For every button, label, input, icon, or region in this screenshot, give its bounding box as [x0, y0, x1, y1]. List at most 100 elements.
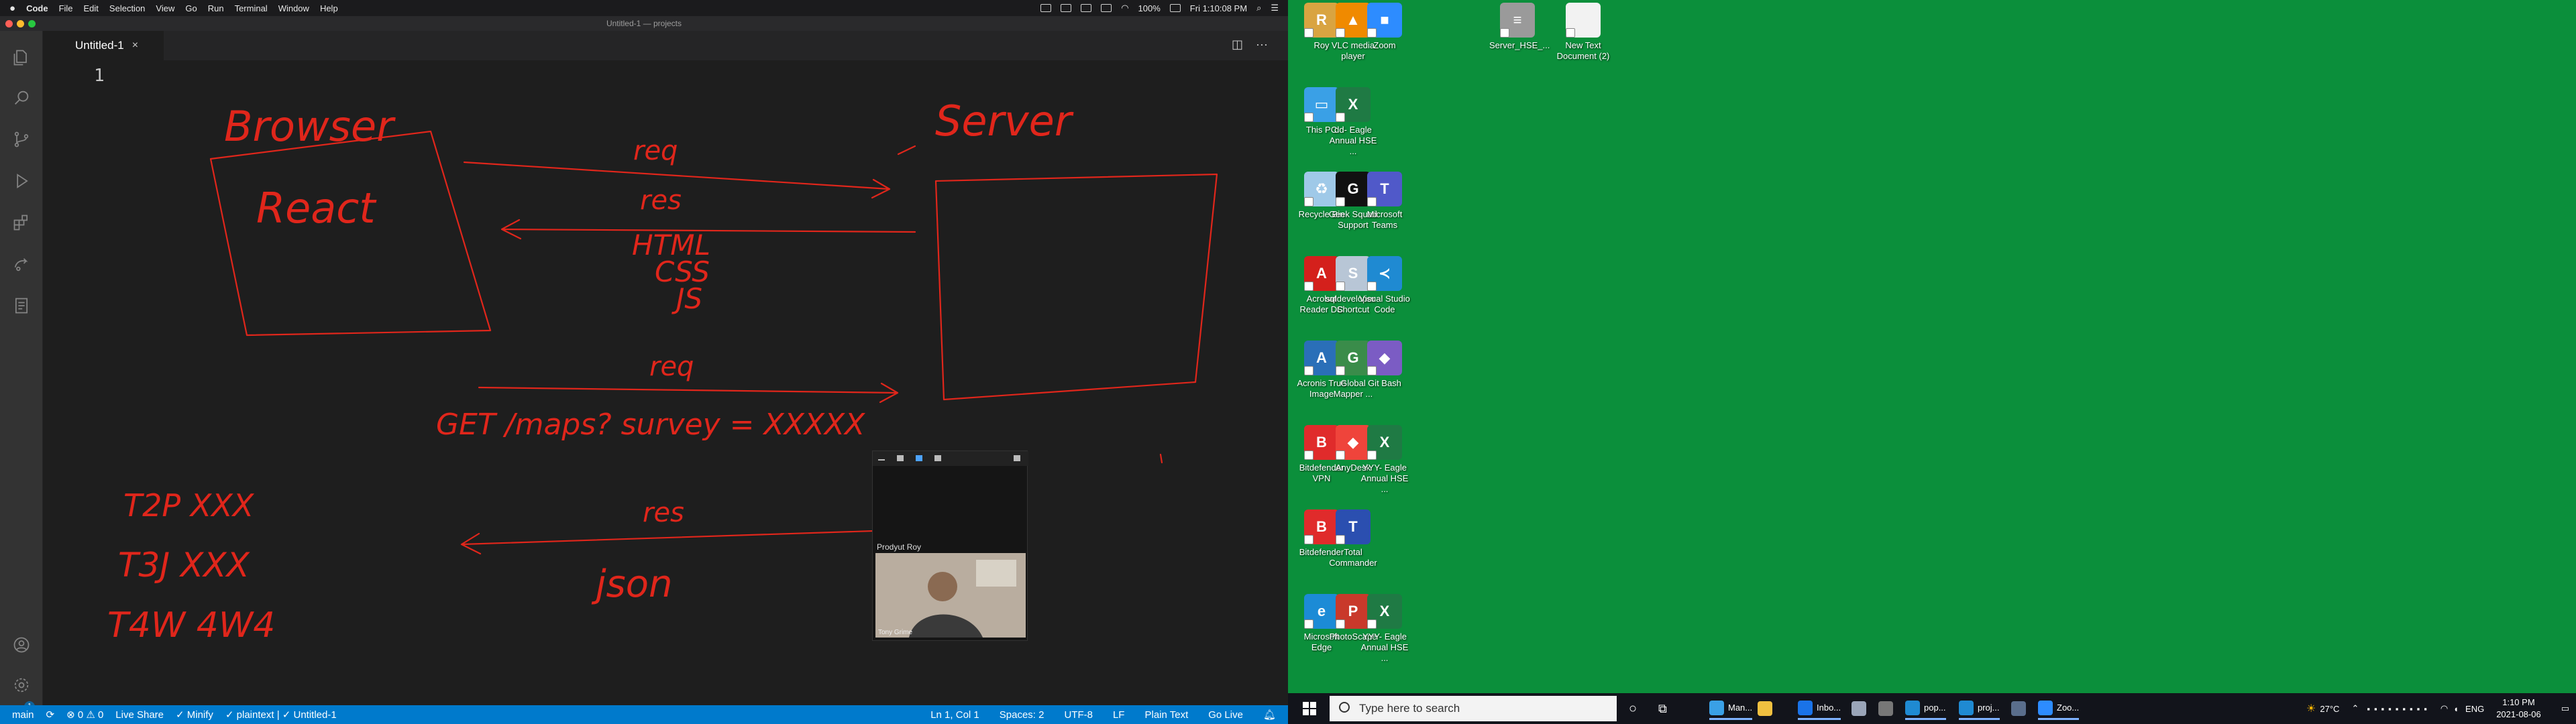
network-icon[interactable]: ◠	[2440, 703, 2448, 714]
req-arrow-bottom-stroke	[478, 382, 899, 404]
server-dash-stroke	[897, 145, 916, 156]
encoding[interactable]: UTF-8	[1064, 709, 1093, 721]
desktop-icon[interactable]: ≺ Visual Studio Code	[1356, 256, 1413, 315]
label-t2p: T2P XXX	[123, 487, 255, 524]
expand-icon[interactable]	[1014, 455, 1020, 461]
menu-window[interactable]: Window	[278, 3, 309, 13]
battery-icon	[1169, 4, 1181, 12]
problems-indicator[interactable]: ⊗ 0 ⚠ 0	[66, 709, 103, 721]
tray-icon-1[interactable]	[1040, 4, 1052, 12]
taskbar-app-label: pop...	[1924, 703, 1946, 713]
go-live-button[interactable]: Go Live	[1208, 709, 1243, 721]
tray-icon-4[interactable]	[1101, 4, 1112, 12]
task-view-icon[interactable]: ⧉	[1658, 697, 1667, 720]
zoom-window-toolbar	[873, 451, 1028, 466]
app-menu-code[interactable]: Code	[26, 3, 48, 13]
desktop-icon-label: New Text Document (2)	[1556, 40, 1610, 61]
branch-indicator[interactable]: main	[12, 709, 34, 721]
desktop-icon[interactable]: ■ Zoom	[1356, 3, 1413, 51]
cursor-position[interactable]: Ln 1, Col 1	[930, 709, 979, 721]
explorer-icon[interactable]	[11, 47, 32, 68]
source-control-icon[interactable]	[11, 129, 32, 150]
language-mode[interactable]: Plain Text	[1144, 709, 1188, 721]
editor-area[interactable]: 1 Browser Server React req res HTML CSS …	[43, 60, 1288, 705]
weather-icon[interactable]: ☀	[2306, 702, 2316, 715]
menu-go[interactable]: Go	[185, 3, 197, 13]
menu-terminal[interactable]: Terminal	[235, 3, 268, 13]
account-icon[interactable]	[11, 634, 32, 656]
desktop-icon[interactable]: ≡ Server_HSE_...	[1489, 3, 1550, 51]
wifi-icon[interactable]: ◠	[1121, 3, 1128, 13]
tray-icon-2[interactable]	[1061, 4, 1072, 12]
notifications-bell-icon[interactable]: 🔔︎	[1263, 709, 1276, 721]
taskbar-app-icon	[1878, 701, 1893, 716]
close-window-button[interactable]	[5, 20, 13, 27]
taskbar-app[interactable]: Zoo...	[2038, 697, 2080, 720]
tray-chevron-icon[interactable]: ⌃	[2351, 703, 2359, 714]
control-center-icon[interactable]: ☰	[1271, 3, 1279, 13]
taskbar-app[interactable]	[2011, 697, 2030, 720]
tray-app-icons[interactable]: ▪▪▪▪▪▪▪▪▪	[2367, 704, 2430, 714]
desktop-icon[interactable]: X YYY- Eagle Annual HSE ...	[1356, 425, 1413, 495]
desktop-icon[interactable]: New Text Document (2)	[1555, 3, 1611, 62]
minimize-window-button[interactable]	[17, 20, 24, 27]
tab-untitled-1[interactable]: Untitled-1 ×	[43, 31, 164, 60]
minimize-icon[interactable]	[878, 459, 885, 461]
notifications-icon[interactable]: ▭	[2561, 703, 2569, 714]
end-of-line[interactable]: LF	[1113, 709, 1125, 721]
extensions-icon[interactable]	[11, 212, 32, 233]
taskbar-app[interactable]: Man...	[1709, 697, 1753, 720]
desktop-icon[interactable]: T Microsoft Teams	[1356, 172, 1413, 231]
more-actions-icon[interactable]: ···	[1256, 38, 1268, 52]
sync-icon[interactable]: ⟳	[46, 709, 55, 721]
plaintext-indicator[interactable]: ✓ plaintext | ✓ Untitled-1	[225, 709, 337, 721]
res-arrow-bottom-stroke	[460, 528, 916, 555]
tray-icon-3[interactable]	[1081, 4, 1092, 12]
menu-view[interactable]: View	[156, 3, 174, 13]
menubar-clock[interactable]: Fri 1:10:08 PM	[1190, 3, 1247, 13]
taskbar-app[interactable]: pop...	[1905, 697, 1946, 720]
taskbar-app[interactable]	[1851, 697, 1870, 720]
menu-run[interactable]: Run	[208, 3, 224, 13]
indentation[interactable]: Spaces: 2	[1000, 709, 1044, 721]
taskbar-app[interactable]	[1758, 697, 1776, 720]
zoom-video-window[interactable]: Prodyut Roy Tony Grime	[872, 450, 1028, 641]
gallery-view-icon[interactable]	[934, 455, 941, 461]
desktop-icon[interactable]: X YYY- Eagle Annual HSE ...	[1356, 594, 1413, 664]
label-req-bottom: req	[649, 351, 694, 382]
menu-file[interactable]: File	[59, 3, 73, 13]
taskbar-app[interactable]	[1878, 697, 1897, 720]
live-share-button[interactable]: Live Share	[115, 709, 164, 721]
minify-button[interactable]: ✓ Minify	[176, 709, 213, 721]
live-share-icon[interactable]	[11, 253, 32, 275]
taskbar-app[interactable]: proj...	[1959, 697, 2000, 720]
view-icon-1[interactable]	[897, 455, 904, 461]
settings-gear-icon[interactable]	[11, 674, 32, 696]
volume-icon[interactable]: ◖	[2453, 704, 2459, 714]
start-button-icon[interactable]	[1303, 702, 1316, 715]
desktop-icon[interactable]: Xdd- Eagle Annual HSE ...	[1325, 87, 1381, 157]
menu-selection[interactable]: Selection	[109, 3, 145, 13]
view-icon-2[interactable]	[916, 455, 922, 461]
run-debug-icon[interactable]	[11, 170, 32, 192]
close-tab-icon[interactable]: ×	[132, 40, 138, 52]
desktop-icon[interactable]: ◆ Git Bash	[1356, 341, 1413, 389]
taskbar-app[interactable]: Inbo...	[1798, 697, 1841, 720]
weather-temp[interactable]: 27°C	[2320, 704, 2339, 714]
taskbar-clock[interactable]: 1:10 PM 2021-08-06	[2496, 697, 2541, 721]
menu-edit[interactable]: Edit	[84, 3, 99, 13]
app-icon: ■	[1367, 3, 1402, 38]
notebook-icon[interactable]	[11, 295, 32, 316]
mac-menubar: ● Code File Edit Selection View Go Run T…	[0, 0, 1288, 16]
apple-menu-icon[interactable]: ●	[9, 3, 15, 14]
maximize-window-button[interactable]	[28, 20, 36, 27]
cortana-icon[interactable]: ○	[1629, 697, 1637, 720]
desktop-icon[interactable]: T Total Commander	[1325, 509, 1381, 568]
input-language[interactable]: ENG	[2465, 704, 2484, 714]
split-editor-icon[interactable]: ◫	[1232, 38, 1243, 52]
taskbar-search-box[interactable]: Type here to search	[1330, 696, 1617, 721]
search-icon[interactable]	[11, 87, 32, 109]
battery-level[interactable]: 100%	[1138, 3, 1161, 13]
spotlight-icon[interactable]: ⌕	[1256, 3, 1261, 13]
menu-help[interactable]: Help	[320, 3, 338, 13]
